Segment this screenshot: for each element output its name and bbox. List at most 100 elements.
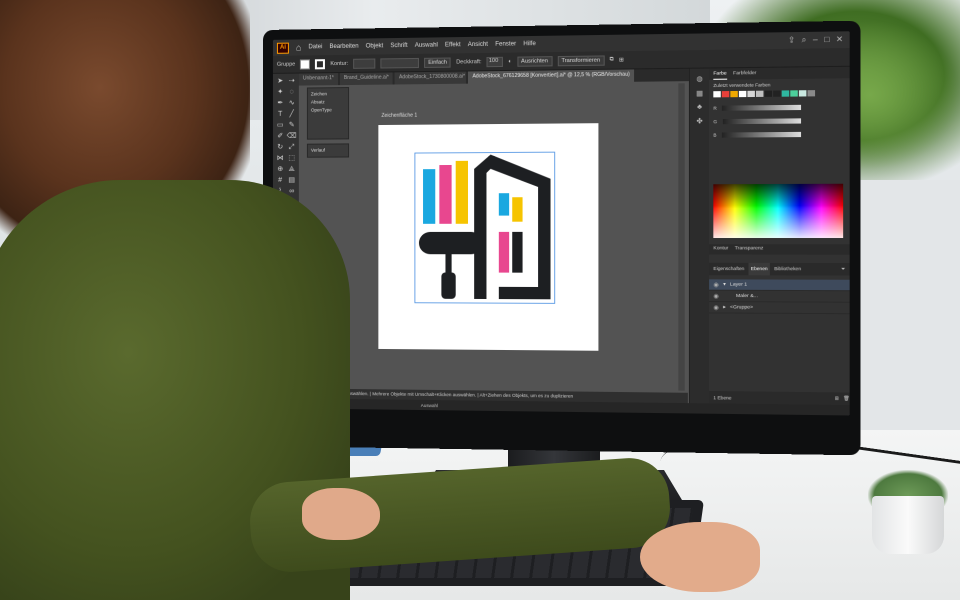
direct-selection-tool-icon[interactable]: ⇢	[286, 77, 296, 87]
layer-name: <Gruppe>	[730, 304, 754, 311]
menu-fenster[interactable]: Fenster	[495, 41, 516, 47]
isolate-icon[interactable]: ⊞	[619, 57, 624, 63]
gradient-tool-icon[interactable]: ▤	[286, 176, 296, 186]
type-tool-icon[interactable]: T	[275, 110, 285, 120]
minimize-icon[interactable]: –	[813, 35, 818, 45]
align-button[interactable]: Ausrichten	[516, 55, 553, 67]
symbols-panel-icon[interactable]: ✤	[690, 117, 709, 125]
menu-objekt[interactable]: Objekt	[366, 43, 384, 49]
scale-tool-icon[interactable]: ⤢	[286, 143, 296, 153]
expand-chevron-icon[interactable]: ▸	[723, 305, 726, 310]
search-icon[interactable]: ⌕	[802, 35, 807, 45]
share-icon[interactable]: ⇪	[788, 35, 795, 45]
slider-g[interactable]	[722, 118, 802, 125]
close-icon[interactable]: ✕	[836, 35, 843, 46]
free-transform-icon[interactable]: ⬚	[286, 154, 296, 164]
tab-farbe[interactable]: Farbe	[713, 68, 727, 80]
stroke-swatch[interactable]	[315, 58, 326, 69]
perspective-grid-icon[interactable]: ⟁	[286, 165, 296, 175]
visibility-eye-icon[interactable]: ◉	[713, 292, 719, 299]
recent-swatch[interactable]	[773, 90, 781, 97]
home-icon[interactable]: ⌂	[296, 42, 301, 52]
panel-verlauf[interactable]: Verlauf	[306, 143, 350, 158]
arrange-icon[interactable]: ⧉	[610, 56, 614, 63]
tab-ebenen[interactable]: Ebenen	[748, 262, 770, 276]
tab-adobestock-676129658[interactable]: AdobeStock_676129658 [Konvertiert].ai* @…	[468, 69, 634, 84]
recent-swatch[interactable]	[713, 91, 721, 98]
recent-swatch[interactable]	[807, 90, 816, 97]
tab-adobestock-1730800008[interactable]: AdobeStock_1730800008.ai*	[394, 71, 467, 85]
layer-row[interactable]: ◉ ▾ Layer 1	[709, 279, 850, 292]
panel-absatz[interactable]: Absatz	[311, 99, 345, 104]
visibility-eye-icon[interactable]: ◉	[713, 304, 719, 311]
logo-roller-handle	[441, 272, 456, 299]
panel-zeichen[interactable]: Zeichen	[311, 91, 345, 96]
rotate-tool-icon[interactable]: ↻	[275, 143, 285, 153]
swatches-panel-icon[interactable]: ▦	[690, 89, 709, 97]
illustrator-logo-icon: Ai	[276, 42, 289, 54]
lasso-icon[interactable]: ◌	[286, 88, 296, 98]
recent-swatch[interactable]	[738, 90, 747, 98]
tab-unbenannt[interactable]: Unbenannt-1*	[298, 73, 338, 86]
variable-width-field[interactable]	[380, 57, 420, 69]
recent-swatch[interactable]	[755, 90, 764, 97]
new-layer-icon[interactable]: ⊞	[835, 395, 839, 401]
delete-layer-icon[interactable]: 🗑	[843, 396, 849, 402]
transform-button[interactable]: Transformieren	[557, 54, 605, 66]
visibility-eye-icon[interactable]: ◉	[713, 281, 719, 288]
maximize-icon[interactable]: □	[824, 35, 829, 45]
stroke-weight-field[interactable]	[353, 57, 376, 69]
recent-swatch[interactable]	[790, 90, 798, 97]
tab-brand-guideline[interactable]: Brand_Guideline.ai*	[339, 72, 393, 86]
tab-kontur[interactable]: Kontur	[713, 244, 728, 254]
panel-opentype[interactable]: OpenType	[311, 107, 345, 112]
layer-count: 1 Ebene	[713, 394, 732, 401]
mesh-tool-icon[interactable]: #	[275, 176, 285, 186]
layer-row[interactable]: ◉ Maler &...	[709, 290, 850, 303]
fill-swatch[interactable]	[300, 58, 311, 70]
width-tool-icon[interactable]: ⋈	[275, 154, 285, 164]
opacity-field[interactable]: 100	[486, 56, 504, 67]
expand-chevron-icon[interactable]: ▾	[723, 282, 726, 287]
line-tool-icon[interactable]: ╱	[286, 110, 296, 120]
rectangle-tool-icon[interactable]: ▭	[275, 121, 285, 131]
menu-datei[interactable]: Datei	[308, 44, 322, 50]
recent-swatch[interactable]	[781, 90, 790, 97]
recent-swatch[interactable]	[730, 90, 738, 98]
menu-ansicht[interactable]: Ansicht	[468, 42, 488, 48]
magic-wand-icon[interactable]: ✦	[275, 88, 285, 98]
stroke-style-dropdown[interactable]: Einfach	[424, 56, 452, 68]
recent-swatch[interactable]	[747, 90, 755, 98]
eraser-icon[interactable]: ⌫	[286, 132, 297, 142]
slider-b[interactable]	[721, 131, 801, 138]
artboard[interactable]	[378, 123, 599, 351]
shape-builder-icon[interactable]: ⊕	[275, 165, 285, 175]
tab-farbfelder[interactable]: Farbfelder	[733, 68, 756, 80]
monitor: Ai ⌂ Datei Bearbeiten Objekt Schrift Aus…	[263, 20, 861, 456]
layer-row[interactable]: ◉ ▸ <Gruppe>	[709, 302, 850, 315]
tab-transparenz[interactable]: Transparenz	[735, 244, 764, 254]
recent-swatch[interactable]	[798, 90, 807, 97]
recent-swatch[interactable]	[721, 91, 730, 98]
brushes-panel-icon[interactable]: ♣	[690, 104, 709, 111]
menu-effekt[interactable]: Effekt	[445, 42, 461, 48]
menu-bearbeiten[interactable]: Bearbeiten	[329, 44, 358, 50]
menu-schrift[interactable]: Schrift	[390, 43, 407, 49]
tab-bibliotheken[interactable]: Bibliotheken	[774, 263, 801, 276]
recolor-icon[interactable]: ◐	[508, 58, 511, 64]
tab-eigenschaften[interactable]: Eigenschaften	[713, 263, 744, 275]
shaper-tool-icon[interactable]: ✐	[275, 132, 285, 142]
paintbrush-icon[interactable]: ✎	[286, 121, 296, 131]
color-panel-icon[interactable]: ◍	[690, 75, 709, 83]
slider-r[interactable]	[722, 104, 802, 111]
selection-tool-icon[interactable]: ➤	[275, 77, 285, 87]
filter-icon[interactable]: ⏷	[841, 263, 849, 276]
menu-hilfe[interactable]: Hilfe	[523, 41, 535, 47]
vertical-scrollbar[interactable]	[678, 83, 685, 391]
painter-logo[interactable]	[378, 123, 598, 351]
color-spectrum[interactable]	[713, 183, 844, 238]
curvature-tool-icon[interactable]: ∿	[286, 99, 296, 109]
pen-tool-icon[interactable]: ✒	[275, 99, 285, 109]
menu-auswahl[interactable]: Auswahl	[415, 42, 438, 48]
recent-swatch[interactable]	[764, 90, 773, 97]
